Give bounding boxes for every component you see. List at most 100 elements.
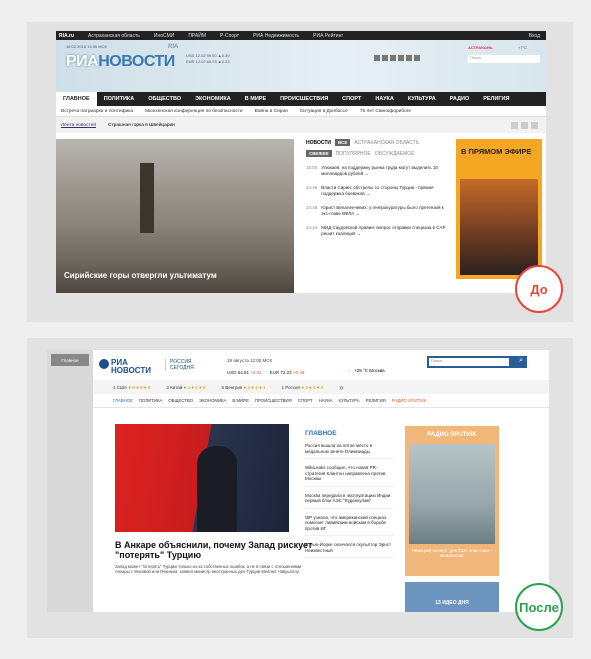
sun-icon: ☼ — [347, 368, 352, 373]
after-sputnik-banner[interactable]: РАДИО SPUTNIK Немецкий эксперт: для США … — [405, 426, 499, 576]
nav-item[interactable]: ГЛАВНОЕ — [56, 92, 97, 106]
nav-item[interactable]: В МИРЕ — [238, 92, 273, 106]
before-city: АСТРАХАНЬ — [468, 45, 493, 50]
medal-country[interactable]: 5 Венгрия ● 4 ● 1 ● 1 — [221, 385, 265, 390]
medal-country[interactable]: 1 США ● 9 ● 8 ● 8 — [113, 385, 150, 390]
nav-item[interactable]: РЕЛИГИЯ — [476, 92, 516, 106]
news-text[interactable]: Улюкаев: на поддержку рынка труда могут … — [321, 165, 446, 177]
chevron-right-icon[interactable]: » — [339, 383, 343, 392]
nav-item[interactable]: ЭКОНОМИКА — [199, 398, 226, 403]
after-lead: Запад может "потерять" Турцию только из-… — [115, 564, 302, 574]
sputnik-title: РАДИО SPUTNIK — [427, 432, 477, 438]
medal-country[interactable]: 1 Россия ● 3 ● 5 ● 3 — [281, 385, 323, 390]
news-text[interactable]: Власти Сирии: обстрелы со стороны Турции… — [321, 185, 446, 197]
search-icon[interactable]: ⌕ — [519, 357, 523, 365]
before-logo[interactable]: РИАНОВОСТИ — [66, 53, 175, 71]
nav-item[interactable]: НАУКА — [368, 92, 401, 106]
next-icon[interactable] — [531, 121, 538, 129]
subnav-item[interactable]: Мюнхенская конференция по безопасности — [145, 109, 242, 114]
news-subtab[interactable]: ПОПУЛЯРНОЕ — [336, 151, 371, 157]
nav-item[interactable]: ПОЛИТИКА — [139, 398, 162, 403]
social-icon[interactable] — [398, 55, 404, 61]
news-text[interactable]: МИД Саудовской Аравии: вопрос отправки с… — [321, 225, 446, 237]
before-search-input[interactable]: Поиск — [468, 55, 540, 63]
search-input[interactable]: Поиск — [429, 358, 509, 366]
nav-item[interactable]: НАУКА — [319, 398, 333, 403]
after-logo-rs[interactable]: РОССИЯ СЕГОДНЯ — [165, 359, 194, 371]
social-icon[interactable] — [382, 55, 388, 61]
nav-item[interactable]: РАДИО — [443, 92, 477, 106]
nav-item[interactable]: ГЛАВНОЕ — [113, 398, 133, 403]
tape-text[interactable]: Страшная горка в Швейцарии — [108, 123, 175, 128]
nav-item[interactable]: КУЛЬТУРА — [338, 398, 359, 403]
after-medal-bar: 1 США ● 9 ● 8 ● 8 3 Китай ● 4 ● 1 ● 6 5 … — [93, 380, 549, 394]
nav-item-radio[interactable]: РАДИО SPUTNIK — [392, 398, 427, 403]
social-icon[interactable] — [414, 55, 420, 61]
tape-label[interactable]: Лента новостей — [61, 123, 96, 128]
topbar-region[interactable]: Астраханская область — [88, 33, 140, 39]
country-name: 1 США — [113, 384, 128, 390]
topbar-link[interactable]: ИноСМИ — [154, 33, 174, 39]
after-headline[interactable]: В Анкаре объяснили, почему Запад рискует… — [115, 540, 315, 560]
topbar-link[interactable]: РИА Недвижимость — [253, 33, 299, 39]
social-icon[interactable] — [374, 55, 380, 61]
nav-item[interactable]: СПОРТ — [298, 398, 313, 403]
news-time: 14:48 — [306, 205, 318, 210]
nav-item[interactable]: ЭКОНОМИКА — [188, 92, 238, 106]
top-news-item[interactable]: Москва передала в эксплуатацию Индии пер… — [305, 493, 393, 509]
prev-icon[interactable] — [511, 121, 518, 129]
login-link[interactable]: Вход — [529, 33, 540, 39]
subnav-item[interactable]: Ситуация в Донбассе — [300, 109, 348, 114]
social-icon[interactable] — [390, 55, 396, 61]
after-logo[interactable]: РИА НОВОСТИ — [111, 359, 151, 375]
news-item[interactable]: 14:48 Юрист Белаленчевих: у генпрокуратур… — [306, 205, 446, 217]
after-top-news: ГЛАВНОЕ Россия вышла на пятое место в ме… — [305, 430, 393, 564]
nav-item[interactable]: ПРОИСШЕСТВИЯ — [255, 398, 292, 403]
news-tab-region[interactable]: АСТРАХАНСКАЯ ОБЛАСТЬ — [354, 140, 419, 146]
subnav-item[interactable]: 75 лет Свинофорибоге — [360, 109, 411, 114]
nav-item[interactable]: КУЛЬТУРА — [401, 92, 443, 106]
before-badge: До — [515, 265, 563, 313]
news-text[interactable]: Юрист Белаленчевих: у генпрокуратуры был… — [321, 205, 446, 217]
before-live-banner[interactable]: В ПРЯМОМ ЭФИРЕ — [456, 139, 542, 279]
after-rates: USD 64.81 +0.02 EUR 72.23 +0.48 — [227, 370, 304, 375]
nav-item[interactable]: РЕЛИГИЯ — [366, 398, 386, 403]
news-tab-all[interactable]: ВСЕ — [335, 139, 351, 146]
social-icon[interactable] — [406, 55, 412, 61]
before-main-image[interactable] — [56, 139, 294, 293]
before-rates-2: EUR 12.02 65.93 ▲0.23 — [186, 59, 230, 64]
pause-icon[interactable] — [521, 121, 528, 129]
after-video-banner[interactable]: 13 ИДЕО ДНЯ — [405, 582, 499, 612]
nav-item[interactable]: ПРОИСШЕСТВИЯ — [273, 92, 335, 106]
nav-item[interactable]: ПОЛИТИКА — [97, 92, 142, 106]
minister-figure — [197, 446, 237, 532]
topbar-link[interactable]: ПРАЙМ — [188, 33, 206, 39]
medal-dots: ● 4 ● 1 ● 1 — [243, 384, 266, 390]
nav-item[interactable]: ОБЩЕСТВО — [141, 92, 188, 106]
top-news-item[interactable]: WikiLeaks сообщил, что новая PR-стратеги… — [305, 465, 393, 487]
weather-text: +25 °С Москва — [354, 368, 385, 373]
logo2-text: СЕГОДНЯ — [170, 365, 194, 371]
topbar-site[interactable]: RIA.ru — [59, 33, 74, 39]
top-news-item[interactable]: В Нью-Йорке скончался скульптор Эрнст Не… — [305, 542, 393, 558]
topbar-link[interactable]: Р-Спорт — [220, 33, 239, 39]
nav-item[interactable]: СПОРТ — [335, 92, 368, 106]
after-screenshot: Главное РИА НОВОСТИ РОССИЯ СЕГОДНЯ 19 авгу… — [47, 350, 549, 612]
top-news-item[interactable]: WP узнала, что американский спецназ помо… — [305, 515, 393, 536]
subnav-item[interactable]: Встреча патриарха и понтифика — [61, 109, 133, 114]
before-topbar: RIA.ru Астраханская область ИноСМИ ПРАЙМ… — [56, 31, 546, 40]
before-image-caption[interactable]: Сирийские горы отвергли ультиматум — [64, 271, 217, 280]
medal-country[interactable]: 3 Китай ● 4 ● 1 ● 6 — [166, 385, 205, 390]
news-item[interactable]: 14:44 МИД Саудовской Аравии: вопрос отпра… — [306, 225, 446, 237]
nav-item[interactable]: В МИРЕ — [232, 398, 248, 403]
news-subtab[interactable]: ОБСУЖДАЕМОЕ — [375, 151, 415, 157]
topbar-link[interactable]: РИА Рейтинг — [313, 33, 343, 39]
news-subtab[interactable]: СВЕЖЕЕ — [306, 150, 332, 157]
nav-item[interactable]: ОБЩЕСТВО — [168, 398, 193, 403]
side-tab-main[interactable]: Главное — [51, 354, 89, 366]
news-item[interactable]: 14:49 Власти Сирии: обстрелы со стороны Т… — [306, 185, 446, 197]
country-name: 5 Венгрия — [221, 384, 243, 390]
top-news-item[interactable]: Россия вышла на пятое место в медальном … — [305, 443, 393, 459]
subnav-item[interactable]: Война в Сирии — [255, 109, 288, 114]
news-item[interactable]: 15:00 Улюкаев: на поддержку рынка труда м… — [306, 165, 446, 177]
